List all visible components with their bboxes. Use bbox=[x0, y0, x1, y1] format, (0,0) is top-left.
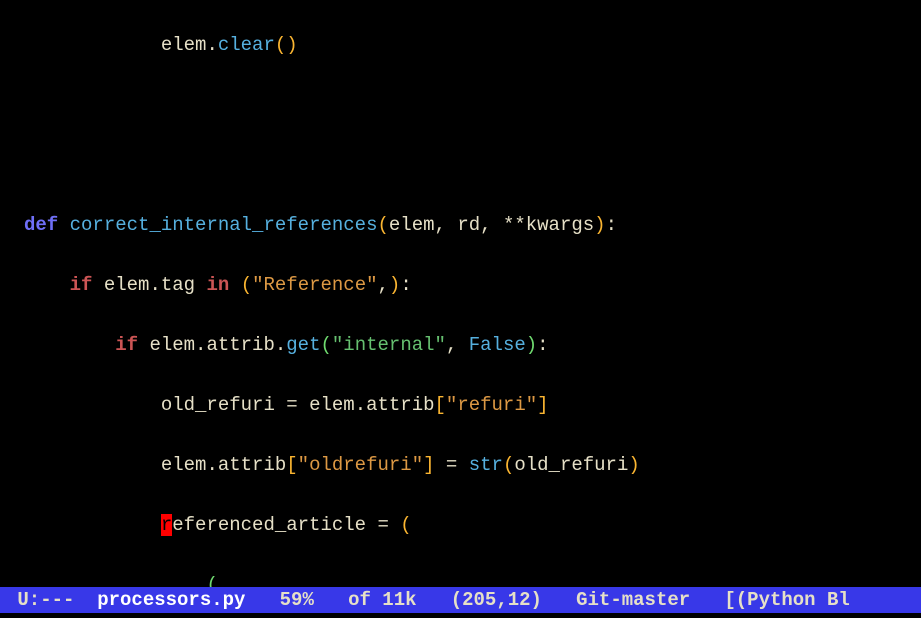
code-line: def correct_internal_references(elem, rd… bbox=[0, 210, 921, 240]
code-line: old_refuri = elem.attrib["refuri"] bbox=[0, 390, 921, 420]
code-line: if elem.tag in ("Reference",): bbox=[0, 270, 921, 300]
mode-line-mode: [(Python Bl bbox=[690, 589, 850, 611]
mode-line-status: U:--- bbox=[6, 589, 97, 611]
mode-line-size: of 11k bbox=[314, 589, 417, 611]
mode-line: U:--- processors.py 59% of 11k (205,12) … bbox=[0, 587, 921, 613]
code-line: elem.attrib["oldrefuri"] = str(old_refur… bbox=[0, 450, 921, 480]
code-line: elem.clear() bbox=[0, 30, 921, 60]
code-line: ( bbox=[0, 570, 921, 588]
code-line bbox=[0, 90, 921, 120]
code-line bbox=[0, 150, 921, 180]
mode-line-git: Git-master bbox=[542, 589, 690, 611]
code-editor[interactable]: elem.clear() def correct_internal_refere… bbox=[0, 0, 921, 588]
mode-line-position: (205,12) bbox=[417, 589, 542, 611]
mode-line-percent: 59% bbox=[245, 589, 313, 611]
code-line: referenced_article = ( bbox=[0, 510, 921, 540]
text-cursor: r bbox=[161, 514, 172, 536]
mode-line-filename: processors.py bbox=[97, 589, 245, 611]
code-line: if elem.attrib.get("internal", False): bbox=[0, 330, 921, 360]
